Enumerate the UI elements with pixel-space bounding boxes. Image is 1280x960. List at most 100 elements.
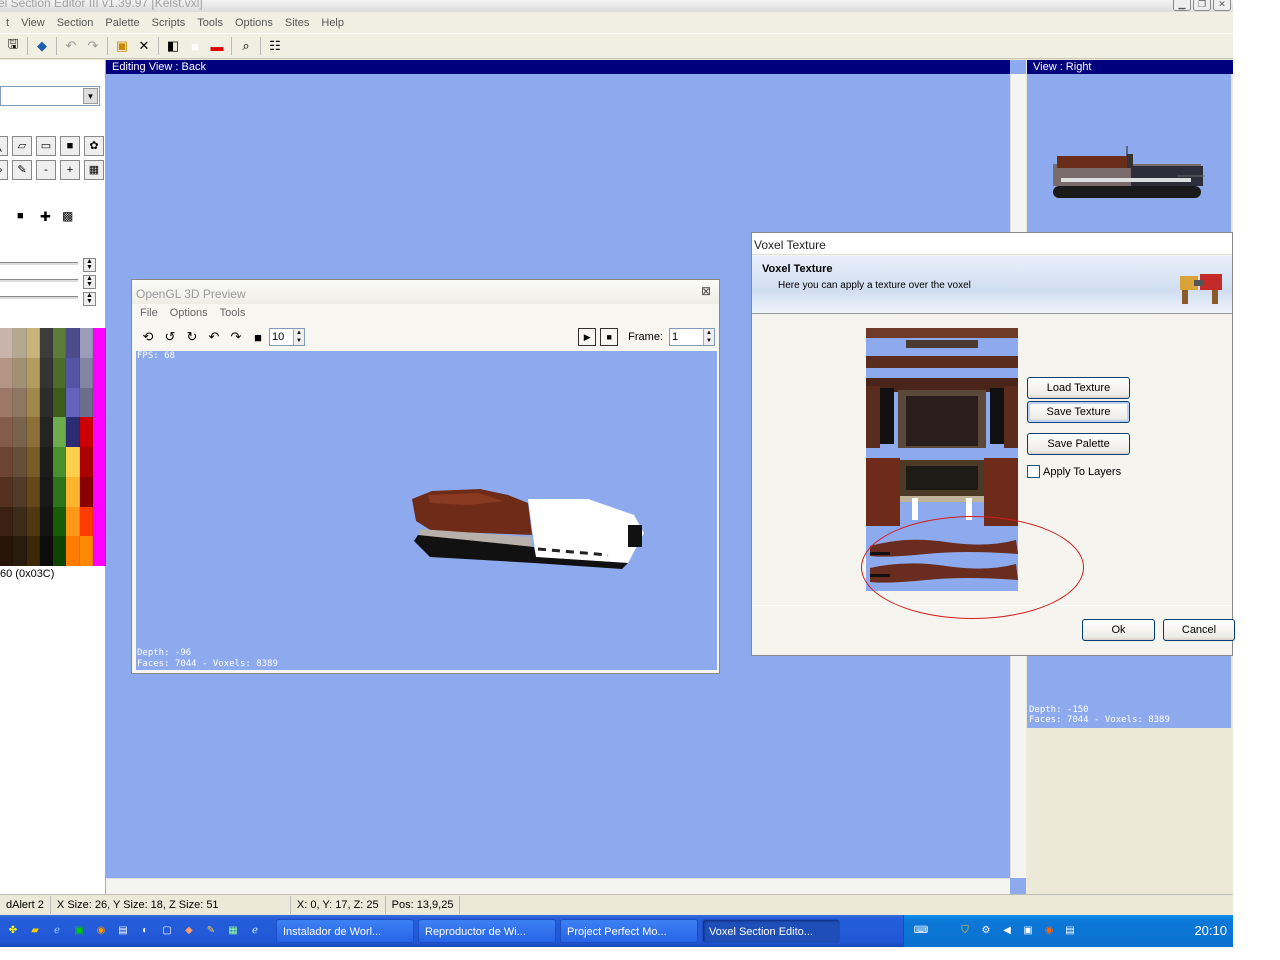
palette-swatch[interactable] <box>92 476 106 507</box>
opengl-canvas[interactable]: FPS: 68 Depth: -96 Faces: 7044 - Voxels:… <box>136 351 717 670</box>
color-swap-icon[interactable]: ◧ <box>162 36 184 56</box>
palette-swatch[interactable] <box>26 357 40 388</box>
save-texture-button[interactable]: Save Texture <box>1027 401 1130 423</box>
palette-swatch[interactable] <box>79 536 93 566</box>
palette-swatch[interactable] <box>26 417 40 447</box>
app-icon-1[interactable]: ▣ <box>70 922 88 940</box>
play-icon[interactable]: ▶ <box>578 328 597 346</box>
turn-left-icon[interactable]: ↶ <box>203 327 225 347</box>
fill-icon[interactable]: ◈ <box>0 160 8 180</box>
redo-icon[interactable]: ↷ <box>82 36 104 56</box>
palette-swatch[interactable] <box>79 447 93 477</box>
pencil-icon[interactable]: ╲ <box>0 136 8 156</box>
maximize-button[interactable]: ❐ <box>1193 0 1211 11</box>
plus-icon[interactable]: + <box>60 160 80 180</box>
palette-swatch[interactable] <box>79 417 93 447</box>
palette-swatch[interactable] <box>39 387 53 418</box>
brush-size-2-icon[interactable]: ■ <box>17 210 24 222</box>
palette-swatch[interactable] <box>92 357 106 388</box>
grid-icon[interactable]: ▦ <box>84 160 104 180</box>
palette-swatch[interactable] <box>92 387 106 418</box>
menu-tools[interactable]: Tools <box>191 17 229 29</box>
task-instalador[interactable]: Instalador de Worl... <box>276 919 414 943</box>
palette-swatch[interactable] <box>39 536 53 566</box>
frame-input[interactable]: 1 ▲ ▼ <box>669 328 715 346</box>
load-texture-button[interactable]: Load Texture <box>1027 377 1130 399</box>
tray-icon-3[interactable]: ▤ <box>1061 922 1079 940</box>
color-palette[interactable] <box>0 328 106 566</box>
apply-to-layers-box[interactable] <box>1027 465 1040 478</box>
menu-palette[interactable]: Palette <box>99 17 145 29</box>
palette-swatch[interactable] <box>53 476 67 507</box>
palette-swatch[interactable] <box>92 447 106 477</box>
tray-icon-2[interactable]: ◉ <box>1040 922 1058 940</box>
menu-section[interactable]: Section <box>51 17 100 29</box>
browser-icon[interactable]: ℯ <box>48 922 66 940</box>
palette-swatch[interactable] <box>53 357 67 388</box>
palette-swatch[interactable] <box>53 447 67 477</box>
undo-icon[interactable]: ↶ <box>60 36 82 56</box>
frame-spin[interactable]: ▲ ▼ <box>703 329 714 345</box>
palette-swatch[interactable] <box>0 417 14 447</box>
media-icon[interactable]: ◐ <box>136 922 154 940</box>
gl-menu-file[interactable]: File <box>136 307 162 319</box>
palette-swatch[interactable] <box>79 328 93 358</box>
editing-view-hscrollbar[interactable] <box>106 878 1010 894</box>
palette-swatch[interactable] <box>39 417 53 447</box>
app-icon-3[interactable]: ▤ <box>114 922 132 940</box>
app-icon-8[interactable]: ℯ <box>246 922 264 940</box>
palette-swatch[interactable] <box>26 536 40 566</box>
rotate-icon[interactable]: ⟲ <box>137 327 159 347</box>
palette-swatch[interactable] <box>66 476 80 507</box>
palette-swatch[interactable] <box>13 417 27 447</box>
filled-rectangle-icon[interactable]: ■ <box>60 136 80 156</box>
palette-swatch[interactable] <box>39 506 53 537</box>
palette-swatch[interactable] <box>66 357 80 388</box>
palette-swatch[interactable] <box>0 387 14 418</box>
palette-swatch[interactable] <box>92 417 106 447</box>
brush-icon[interactable]: ✎ <box>12 160 32 180</box>
palette-swatch[interactable] <box>92 536 106 566</box>
palette-swatch[interactable] <box>66 328 80 358</box>
palette-swatch[interactable] <box>79 387 93 418</box>
palette-swatch[interactable] <box>66 447 80 477</box>
palette-swatch[interactable] <box>0 506 14 537</box>
palette-swatch[interactable] <box>66 387 80 418</box>
turn-right-icon[interactable]: ↷ <box>225 327 247 347</box>
slider-3[interactable] <box>0 296 78 300</box>
app-icon-5[interactable]: ◆ <box>180 922 198 940</box>
palette-swatch[interactable] <box>26 506 40 537</box>
palette-swatch[interactable] <box>79 476 93 507</box>
rotate-right-icon[interactable]: ↻ <box>181 327 203 347</box>
palette-swatch[interactable] <box>66 417 80 447</box>
speed-spin[interactable]: ▲ ▼ <box>293 329 304 345</box>
speed-input[interactable]: 10 ▲ ▼ <box>269 328 305 346</box>
menu-file[interactable]: t <box>0 17 15 29</box>
palette-swatch[interactable] <box>26 476 40 507</box>
palette-swatch[interactable] <box>66 536 80 566</box>
app-icon-7[interactable]: ▦ <box>224 922 242 940</box>
palette-swatch[interactable] <box>13 357 27 388</box>
opengl-preview-titlebar[interactable]: OpenGL 3D Preview ⊠ <box>132 280 719 304</box>
section-icon[interactable]: ◆ <box>31 36 53 56</box>
palette-swatch[interactable] <box>53 387 67 418</box>
palette-swatch[interactable] <box>53 506 67 537</box>
palette-swatch[interactable] <box>66 506 80 537</box>
voxel-texture-titlebar[interactable]: Voxel Texture <box>752 233 1232 255</box>
network-icon[interactable]: ⚙ <box>977 922 995 940</box>
eraser-icon[interactable]: ▱ <box>12 136 32 156</box>
menu-view[interactable]: View <box>15 17 51 29</box>
keyboard-icon[interactable]: ⌨ <box>912 922 930 940</box>
ok-button[interactable]: Ok <box>1082 619 1155 641</box>
menu-scripts[interactable]: Scripts <box>146 17 192 29</box>
palette-swatch[interactable] <box>26 387 40 418</box>
palette-swatch[interactable] <box>92 506 106 537</box>
palette-swatch[interactable] <box>0 328 14 358</box>
app-icon-2[interactable]: ◉ <box>92 922 110 940</box>
minimize-button[interactable]: ▁ <box>1173 0 1191 11</box>
menu-options[interactable]: Options <box>229 17 279 29</box>
zoom-icon[interactable]: ⌕ <box>235 36 257 56</box>
properties-icon[interactable]: ☷ <box>264 36 286 56</box>
task-voxel-section-editor[interactable]: Voxel Section Edito... <box>702 919 840 943</box>
spin-3[interactable]: ▲ ▼ <box>83 292 96 306</box>
